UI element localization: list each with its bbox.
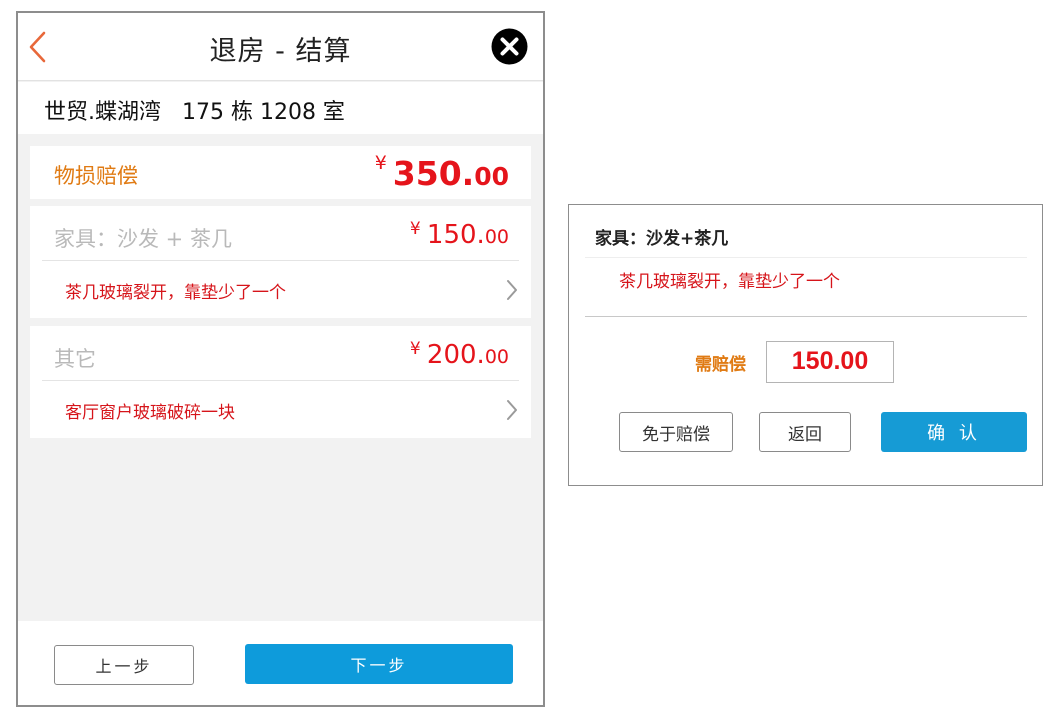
address-bar: 世贸.蝶湖湾 175 栋 1208 室 [18,82,543,134]
damage-item-detail-row[interactable]: 客厅窗户玻璃破碎一块 [30,381,531,438]
amount-integer: 350. [392,154,475,193]
damage-item-title: 家具：沙发 + 茶几 [54,227,232,251]
footer-bar: 上一步 下一步 [18,621,543,705]
chevron-right-icon [507,280,517,300]
dialog-description: 茶几玻璃裂开，靠垫少了一个 [619,272,840,292]
damage-total-card: 物损赔偿 ¥350.00 [30,146,531,199]
header-bar: 退房 - 结算 [18,13,543,81]
chevron-right-icon [507,400,517,420]
checkout-screen: 退房 - 结算 世贸.蝶湖湾 175 栋 1208 室 物损赔偿 ¥350.00… [16,11,545,707]
back-button[interactable]: 返回 [759,412,851,452]
damage-total-amount: ¥350.00 [375,152,509,193]
amount-decimal: 00 [474,162,509,191]
damage-item-amount: ¥150.00 [410,219,509,250]
waive-compensation-button[interactable]: 免于赔偿 [619,412,733,452]
room-address: 世贸.蝶湖湾 175 栋 1208 室 [44,100,345,125]
amount-decimal: 00 [484,346,509,368]
divider [585,257,1027,258]
damage-item-detail-row[interactable]: 茶几玻璃裂开，靠垫少了一个 [30,261,531,318]
compensation-amount-field[interactable]: 150.00 [766,341,894,383]
damage-item-title: 其它 [54,347,96,371]
damage-item-card: 其它 ¥200.00 客厅窗户玻璃破碎一块 [30,326,531,438]
currency-symbol: ¥ [409,219,421,239]
damage-item-amount: ¥200.00 [410,339,509,370]
currency-symbol: ¥ [409,339,421,359]
currency-symbol: ¥ [374,152,387,174]
compensation-amount-label: 需赔偿 [695,355,746,375]
next-step-button[interactable]: 下一步 [245,644,513,684]
damage-item-card: 家具：沙发 + 茶几 ¥150.00 茶几玻璃裂开，靠垫少了一个 [30,206,531,318]
divider [585,316,1027,317]
amount-integer: 150. [426,220,485,250]
amount-integer: 200. [426,340,485,370]
damage-item-description: 客厅窗户玻璃破碎一块 [65,403,235,423]
compensation-dialog: 家具：沙发+茶几 茶几玻璃裂开，靠垫少了一个 需赔偿 150.00 免于赔偿 返… [568,204,1043,486]
dialog-title: 家具：沙发+茶几 [595,229,729,249]
confirm-button[interactable]: 确 认 [881,412,1027,452]
amount-decimal: 00 [484,226,509,248]
page-title: 退房 - 结算 [209,36,352,67]
previous-step-button[interactable]: 上一步 [54,645,194,685]
damage-item-description: 茶几玻璃裂开，靠垫少了一个 [65,283,286,303]
damage-total-label: 物损赔偿 [54,164,138,188]
close-icon[interactable] [491,28,528,65]
